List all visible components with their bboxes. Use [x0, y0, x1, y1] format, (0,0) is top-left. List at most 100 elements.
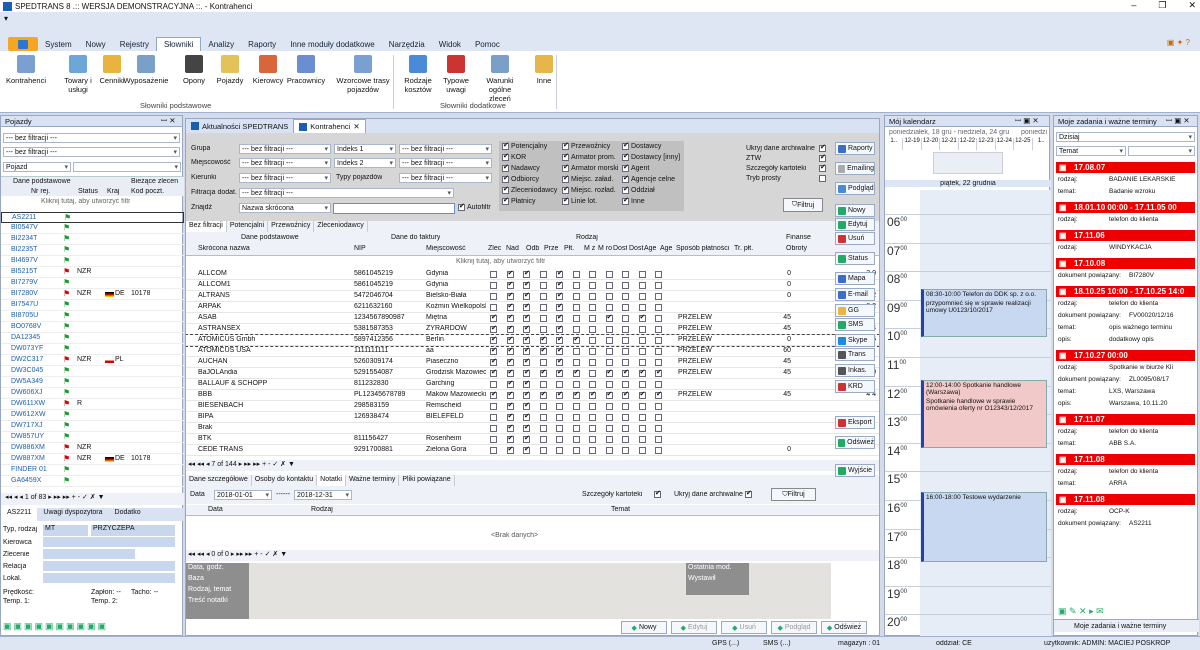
rodzaj-checkbox[interactable]	[589, 370, 596, 377]
menu-analizy[interactable]: Analizy	[201, 38, 241, 51]
ribbon-wzorcowe-trasy-pojazdow-button[interactable]: Wzorcowe trasy pojazdów	[336, 55, 390, 94]
tasks-sort-dir[interactable]	[1128, 146, 1195, 156]
filtruj-button[interactable]: ⛉ Filtruj	[783, 198, 823, 212]
vehicles-filter-hint[interactable]: Kliknij tutaj, aby utworzyć filtr	[41, 198, 130, 205]
grid-row[interactable]: BIPA 126938474 BIELEFELD	[186, 412, 879, 423]
type-checkbox[interactable]	[502, 163, 509, 172]
rodzaj-checkbox[interactable]	[605, 403, 613, 410]
vehicle-row[interactable]: DW3C045 ⚑	[1, 366, 184, 377]
rodzaj-checkbox[interactable]	[556, 357, 563, 366]
grupa-select[interactable]: --- bez filtracji ---	[239, 144, 331, 154]
vehicle-row[interactable]: BI7547U ⚑	[1, 300, 184, 311]
rodzaj-checkbox[interactable]	[490, 346, 497, 355]
rodzaj-checkbox[interactable]	[572, 348, 580, 355]
rodzaj-checkbox[interactable]	[523, 335, 530, 344]
rodzaj-checkbox[interactable]	[556, 280, 563, 289]
rodzaj-checkbox[interactable]	[655, 337, 662, 344]
subtab-potencjalni[interactable]: Potencjalni	[227, 221, 269, 232]
minimize-icon[interactable]: –	[1131, 0, 1136, 11]
rodzaj-checkbox[interactable]	[523, 324, 530, 333]
rodzaj-checkbox[interactable]	[523, 423, 530, 432]
rodzaj-checkbox[interactable]	[556, 368, 563, 377]
rodzaj-checkbox[interactable]	[523, 390, 530, 399]
rodzaj-checkbox[interactable]	[539, 271, 547, 278]
indeks2-select[interactable]: Indeks 2	[334, 158, 396, 168]
type-przewoznicy[interactable]: Przewoźnicy	[562, 141, 610, 150]
date-from[interactable]: 2018-01-01	[214, 490, 272, 500]
rodzaj-checkbox[interactable]	[605, 337, 613, 344]
type-odbiorcy[interactable]: Odbiorcy	[502, 174, 539, 183]
week-cell[interactable]: 12-25	[1014, 138, 1033, 150]
vehicle-row[interactable]: BI2234T ⚑	[1, 234, 184, 245]
rodzaj-checkbox[interactable]	[655, 368, 662, 377]
raporty-button[interactable]: Raporty	[835, 142, 875, 155]
rodzaj-checkbox[interactable]	[572, 368, 580, 377]
rodzaj-checkbox[interactable]	[605, 447, 613, 454]
rodzaj-checkbox[interactable]	[539, 447, 547, 454]
rodzaj-checkbox[interactable]	[556, 436, 563, 443]
rodzaj-checkbox[interactable]	[539, 335, 547, 344]
col-nr-rej[interactable]: Nr rej.	[31, 188, 50, 195]
rodzaj-checkbox[interactable]	[622, 271, 629, 278]
lower-tab-dane-szczego-owe[interactable]: Dane szczegółowe	[186, 475, 252, 486]
grid-col-dost[interactable]: Dost.	[629, 245, 645, 252]
rodzaj-checkbox[interactable]	[589, 326, 596, 333]
grid-col-odb[interactable]: Odb	[526, 245, 539, 252]
rodzaj-checkbox[interactable]	[605, 326, 613, 333]
rodzaj-checkbox[interactable]	[490, 403, 497, 410]
ribbon-inne-button[interactable]: Inne	[524, 55, 564, 85]
rodzaj-checkbox[interactable]	[605, 313, 613, 322]
type-checkbox[interactable]	[502, 174, 509, 183]
grid-row[interactable]: Brak	[186, 423, 879, 434]
calendar-event[interactable]: 08:30-10:00 Telefon do DDK sp. z o.o. prz…	[921, 289, 1047, 337]
notes-col-rodzaj[interactable]: Rodzaj	[311, 506, 333, 513]
menu-s-owniki[interactable]: Słowniki	[156, 37, 202, 51]
rodzaj-checkbox[interactable]	[605, 282, 613, 289]
rodzaj-checkbox[interactable]	[622, 414, 629, 421]
rodzaj-checkbox[interactable]	[506, 280, 514, 289]
rodzaj-checkbox[interactable]	[490, 425, 497, 432]
type-linie-lot[interactable]: Linie lot.	[562, 196, 597, 205]
rodzaj-checkbox[interactable]	[490, 447, 497, 454]
nowy-button[interactable]: Nowy	[835, 204, 875, 217]
rodzaj-checkbox[interactable]	[539, 414, 547, 421]
vehicle-row[interactable]: DW886XM ⚑ NZR	[1, 443, 184, 454]
type-checkbox[interactable]	[562, 185, 569, 194]
rodzaj-checkbox[interactable]	[622, 381, 629, 388]
rodzaj-checkbox[interactable]	[589, 436, 596, 443]
typy-value[interactable]: --- bez filtracji ---	[399, 173, 492, 183]
eksport-button[interactable]: Eksport	[835, 416, 875, 429]
grid-col-m-ro[interactable]: M ro	[598, 245, 612, 252]
week-cell[interactable]: 1..	[885, 138, 904, 150]
notes-usun-button[interactable]: ◆ Usuń	[721, 621, 767, 634]
lower-tab-notatki[interactable]: Notatki	[317, 475, 346, 486]
rodzaj-checkbox[interactable]	[589, 390, 596, 399]
vehicle-row[interactable]: DW611XW ⚑ R	[1, 399, 184, 410]
rodzaj-checkbox[interactable]	[490, 390, 497, 399]
vehicle-row[interactable]: BI7280V ⚑ NZR DE 10178	[1, 289, 184, 300]
notes-nowy-button[interactable]: ◆ Nowy	[621, 621, 667, 634]
type-nadawcy[interactable]: Nadawcy	[502, 163, 540, 172]
rodzaj-checkbox[interactable]	[638, 293, 646, 300]
vehicle-row[interactable]: BI2235T ⚑	[1, 245, 184, 256]
rodzaj-checkbox[interactable]	[556, 269, 563, 278]
ribbon-rodzaje-kosztow-button[interactable]: Rodzaje kosztów	[398, 55, 438, 94]
type-checkbox[interactable]	[622, 141, 629, 150]
rodzaj-checkbox[interactable]	[572, 335, 580, 344]
rodzaj-checkbox[interactable]	[622, 337, 629, 344]
grid-row[interactable]: AUCHAN 5260309174 Piaseczno PRZELEW 45	[186, 357, 879, 368]
rodzaj-checkbox[interactable]	[605, 425, 613, 432]
rodzaj-checkbox[interactable]	[556, 403, 563, 410]
type-checkbox[interactable]	[502, 152, 509, 161]
help-icon[interactable]: ▣ ✦ ?	[1167, 38, 1190, 47]
rodzaj-checkbox[interactable]	[589, 381, 596, 388]
miejscowosc-select[interactable]: --- bez filtracji ---	[239, 158, 331, 168]
lower-tab-wazne-terminy[interactable]: Ważne terminy	[346, 475, 400, 486]
rodzaj-checkbox[interactable]	[605, 293, 613, 300]
rodzaj-checkbox[interactable]	[605, 271, 613, 278]
option-checkbox[interactable]	[819, 143, 826, 152]
rodzaj-checkbox[interactable]	[506, 434, 514, 443]
rodzaj-checkbox[interactable]	[655, 381, 662, 388]
rodzaj-checkbox[interactable]	[506, 423, 514, 432]
subtab-bez-filtracji[interactable]: Bez filtracji	[186, 221, 227, 232]
